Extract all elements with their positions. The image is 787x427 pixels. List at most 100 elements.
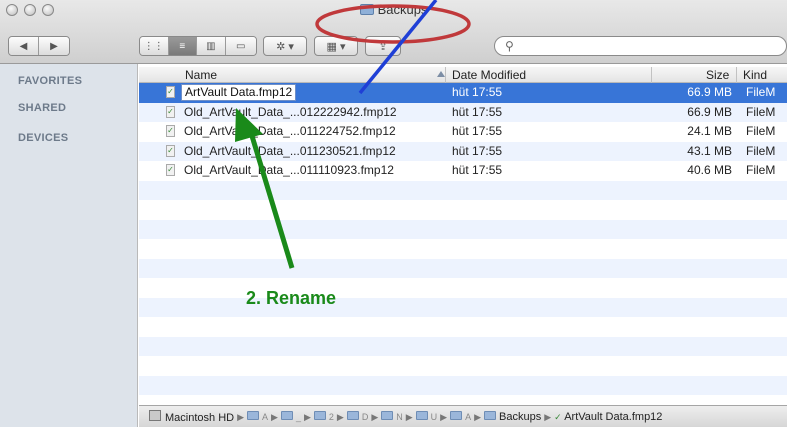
file-row[interactable]: ✓ Old_ArtVault_Data_...011224752.fmp12 hüt… [139,122,787,142]
folder-icon [346,411,359,420]
folder-icon [313,411,326,420]
action-menu-button[interactable]: ✲ ▾ [263,36,307,56]
path-item-label: Macintosh HD [165,412,235,424]
path-item-folder[interactable]: _ [280,411,301,423]
coverflow-view-button[interactable]: ▭ [225,37,256,55]
file-size: 24.1 MB [687,124,732,138]
file-kind: FileM [746,104,776,119]
filemaker-file-icon: ✓ [166,164,175,176]
column-view-button[interactable]: ▥ [197,37,226,55]
column-header-date[interactable]: Date Modified [452,68,526,82]
file-row[interactable]: ✓ Old_ArtVault_Data_...012222942.fmp12 hüt… [139,102,787,122]
path-separator-icon: ▶ [544,411,552,422]
file-date: hüt 17:55 [452,143,503,158]
file-date: hüt 17:55 [452,163,503,177]
path-separator-icon: ▶ [271,411,278,422]
file-list: Name Date Modified Size Kind ✓ ArtVault D… [139,64,787,405]
filemaker-file-icon: ✓ [166,86,175,98]
path-item-folder[interactable]: U [415,411,438,423]
forward-button[interactable]: ▶ [39,37,69,55]
arrange-menu-button[interactable]: ▦ ▾ [314,36,358,56]
finder-window: Backups ◀ ▶ ⋮⋮ ≡ ▥ ▭ ✲ ▾ ▦ ▾ ⇪ ⚲ FAVORIT… [0,0,787,427]
folder-icon [247,411,259,420]
path-item-label: 2 [328,412,334,422]
folder-icon [381,411,394,420]
file-size: 66.9 MB [687,104,732,119]
file-date: hüt 17:55 [452,85,503,99]
path-separator-icon: ▶ [405,411,413,422]
path-item-folder[interactable]: A [247,411,268,423]
file-date: hüt 17:55 [452,124,503,138]
sidebar-section-devices[interactable]: DEVICES [18,132,68,144]
path-item-label: N [396,412,403,422]
back-button[interactable]: ◀ [9,37,40,55]
empty-row [139,200,787,220]
sidebar-section-favorites[interactable]: FAVORITES [18,75,82,87]
file-row[interactable]: ✓ Old_ArtVault_Data_...011110923.fmp12 hüt… [139,161,787,181]
file-size: 43.1 MB [687,143,732,158]
sidebar-section-shared[interactable]: SHARED [18,102,66,114]
path-item-folder[interactable]: 2 [313,411,334,423]
file-row[interactable]: ✓ Old_ArtVault_Data_...011230521.fmp12 hüt… [139,141,787,161]
path-item-backups[interactable]: Backups [484,411,541,423]
file-kind: FileM [746,143,776,158]
path-bar: Macintosh HD ▶ A ▶ _ ▶ 2 ▶ D ▶ N ▶ U ▶ A ▶ Backups ▶ ✓ Art… [139,405,787,427]
folder-icon [359,4,374,15]
rename-field[interactable]: ArtVault Data.fmp12 [181,84,297,101]
path-item-folder[interactable]: N [381,411,403,423]
empty-row [139,180,787,200]
window-title: Backups [0,2,787,17]
folder-icon [484,411,497,420]
share-button[interactable]: ⇪ [365,36,401,56]
filemaker-file-icon: ✓ [166,144,175,157]
annotation-label: 2. Rename [246,288,337,308]
file-name: Old_ArtVault_Data_...012222942.fmp12 [184,104,397,119]
file-name: Old_ArtVault_Data_...011224752.fmp12 [184,124,396,138]
file-name: Old_ArtVault_Data_...011230521.fmp12 [184,143,396,158]
file-kind: FileM [746,85,776,99]
path-item-label: _ [295,412,301,422]
list-view-button[interactable]: ≡ [168,37,198,55]
path-item-label: ArtVault Data.fmp12 [564,411,663,423]
empty-row [139,395,787,405]
path-separator-icon: ▶ [371,411,379,422]
path-item-label: A [465,412,472,422]
view-mode-control: ⋮⋮ ≡ ▥ ▭ [139,36,257,56]
icon-view-button[interactable]: ⋮⋮ [140,37,169,55]
path-separator-icon: ▶ [440,411,448,422]
empty-row [139,219,787,239]
file-row[interactable]: ✓ ArtVault Data.fmp12 hüt 17:55 66.9 MB File… [139,83,787,103]
file-rows: ✓ ArtVault Data.fmp12 hüt 17:55 66.9 MB File… [139,83,787,405]
folder-icon [280,411,293,420]
column-header-size[interactable]: Size [706,68,729,82]
path-separator-icon: ▶ [303,411,311,422]
search-field[interactable]: ⚲ [494,36,787,56]
file-date: hüt 17:55 [452,104,503,119]
path-item-folder[interactable]: D [346,411,369,423]
path-item-folder[interactable]: A [450,411,471,423]
search-input[interactable] [517,39,758,53]
hard-disk-icon [149,410,161,421]
file-size: 66.9 MB [687,85,732,99]
column-header-kind[interactable]: Kind [743,68,767,82]
column-header-name[interactable]: Name [185,68,217,82]
path-item-file[interactable]: ✓ ArtVault Data.fmp12 [554,411,662,423]
path-item-label: D [361,412,369,422]
empty-row [139,375,787,395]
sidebar: FAVORITES SHARED DEVICES [0,64,138,427]
path-item-label: U [430,412,438,422]
empty-row [139,336,787,356]
folder-icon [450,411,463,420]
empty-row [139,356,787,376]
path-item-label: Backups [499,411,542,423]
filemaker-file-icon: ✓ [166,105,175,118]
empty-row [139,239,787,259]
path-separator-icon: ▶ [237,411,244,422]
back-forward-control: ◀ ▶ [8,36,70,56]
path-item-label: A [262,412,269,422]
filemaker-file-icon: ✓ [166,125,175,137]
path-item-disk[interactable]: Macintosh HD [149,410,234,424]
folder-icon [415,411,428,420]
path-separator-icon: ▶ [336,411,344,422]
sort-ascending-icon [437,71,445,77]
